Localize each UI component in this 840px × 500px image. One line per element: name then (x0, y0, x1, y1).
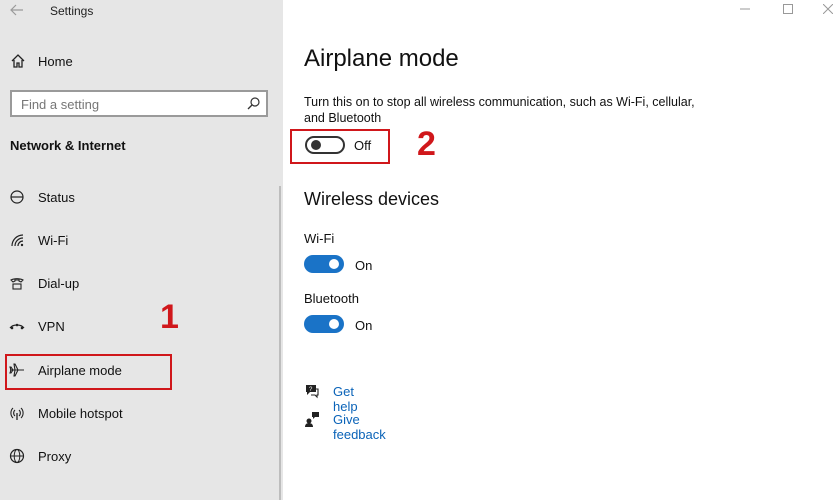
title-bar: Settings (0, 0, 283, 22)
sidebar-item-vpn[interactable]: VPN (0, 311, 283, 341)
sidebar-scrollbar[interactable] (279, 186, 281, 500)
sidebar-item-wifi[interactable]: Wi-Fi (0, 225, 283, 255)
search-icon (247, 97, 260, 110)
sidebar-item-label: Dial-up (38, 276, 80, 291)
sidebar-item-label: Status (38, 190, 75, 205)
help-icon: ? (304, 383, 320, 399)
feedback-icon (304, 411, 320, 427)
highlight-box-airplane-mode (5, 354, 172, 390)
wifi-toggle[interactable] (304, 255, 344, 273)
minimize-icon (740, 8, 750, 10)
sidebar-item-proxy[interactable]: Proxy (0, 441, 283, 471)
wireless-devices-heading: Wireless devices (304, 189, 440, 209)
maximize-icon (783, 4, 793, 14)
status-icon (9, 189, 25, 205)
home-icon (10, 53, 26, 69)
maximize-button[interactable] (781, 2, 795, 16)
annotation-marker-1: 1 (160, 298, 179, 336)
bluetooth-toggle[interactable] (304, 315, 344, 333)
section-title: Network & Internet (10, 138, 126, 153)
bluetooth-toggle-state: On (355, 318, 373, 333)
home-button[interactable]: Home (0, 48, 283, 74)
back-arrow-icon (10, 4, 23, 16)
close-icon (823, 4, 833, 14)
minimize-button[interactable] (738, 2, 752, 16)
search-input[interactable]: Find a setting (10, 90, 268, 117)
sidebar-item-label: VPN (38, 319, 65, 334)
sidebar-item-mobile-hotspot[interactable]: Mobile hotspot (0, 398, 283, 428)
app-title: Settings (50, 4, 94, 18)
give-feedback-label: Give feedback (333, 412, 386, 442)
globe-icon (9, 448, 25, 464)
toggle-knob (329, 319, 339, 329)
search-placeholder: Find a setting (21, 97, 100, 112)
hotspot-icon (9, 405, 25, 421)
page-title: Airplane mode (304, 45, 459, 72)
sidebar-item-label: Proxy (38, 449, 72, 464)
dialup-icon (9, 275, 25, 291)
get-help-label: Get help (333, 384, 358, 414)
back-button[interactable] (8, 2, 26, 18)
highlight-box-airplane-toggle (290, 129, 390, 164)
bluetooth-device-label: Bluetooth (304, 291, 359, 306)
sidebar: Settings Home Find a setting Network & I… (0, 0, 283, 500)
wifi-icon (9, 232, 25, 248)
home-label: Home (38, 54, 73, 69)
sidebar-item-label: Wi-Fi (38, 233, 69, 248)
wifi-toggle-state: On (355, 258, 373, 273)
sidebar-item-label: Mobile hotspot (38, 406, 123, 421)
vpn-icon (9, 318, 25, 334)
annotation-marker-2: 2 (417, 125, 436, 163)
sidebar-item-status[interactable]: Status (0, 182, 283, 212)
sidebar-item-dialup[interactable]: Dial-up (0, 268, 283, 298)
toggle-knob (329, 259, 339, 269)
close-button[interactable] (821, 2, 835, 16)
airplane-description: Turn this on to stop all wireless commun… (304, 95, 695, 125)
wifi-device-label: Wi-Fi (304, 231, 335, 246)
